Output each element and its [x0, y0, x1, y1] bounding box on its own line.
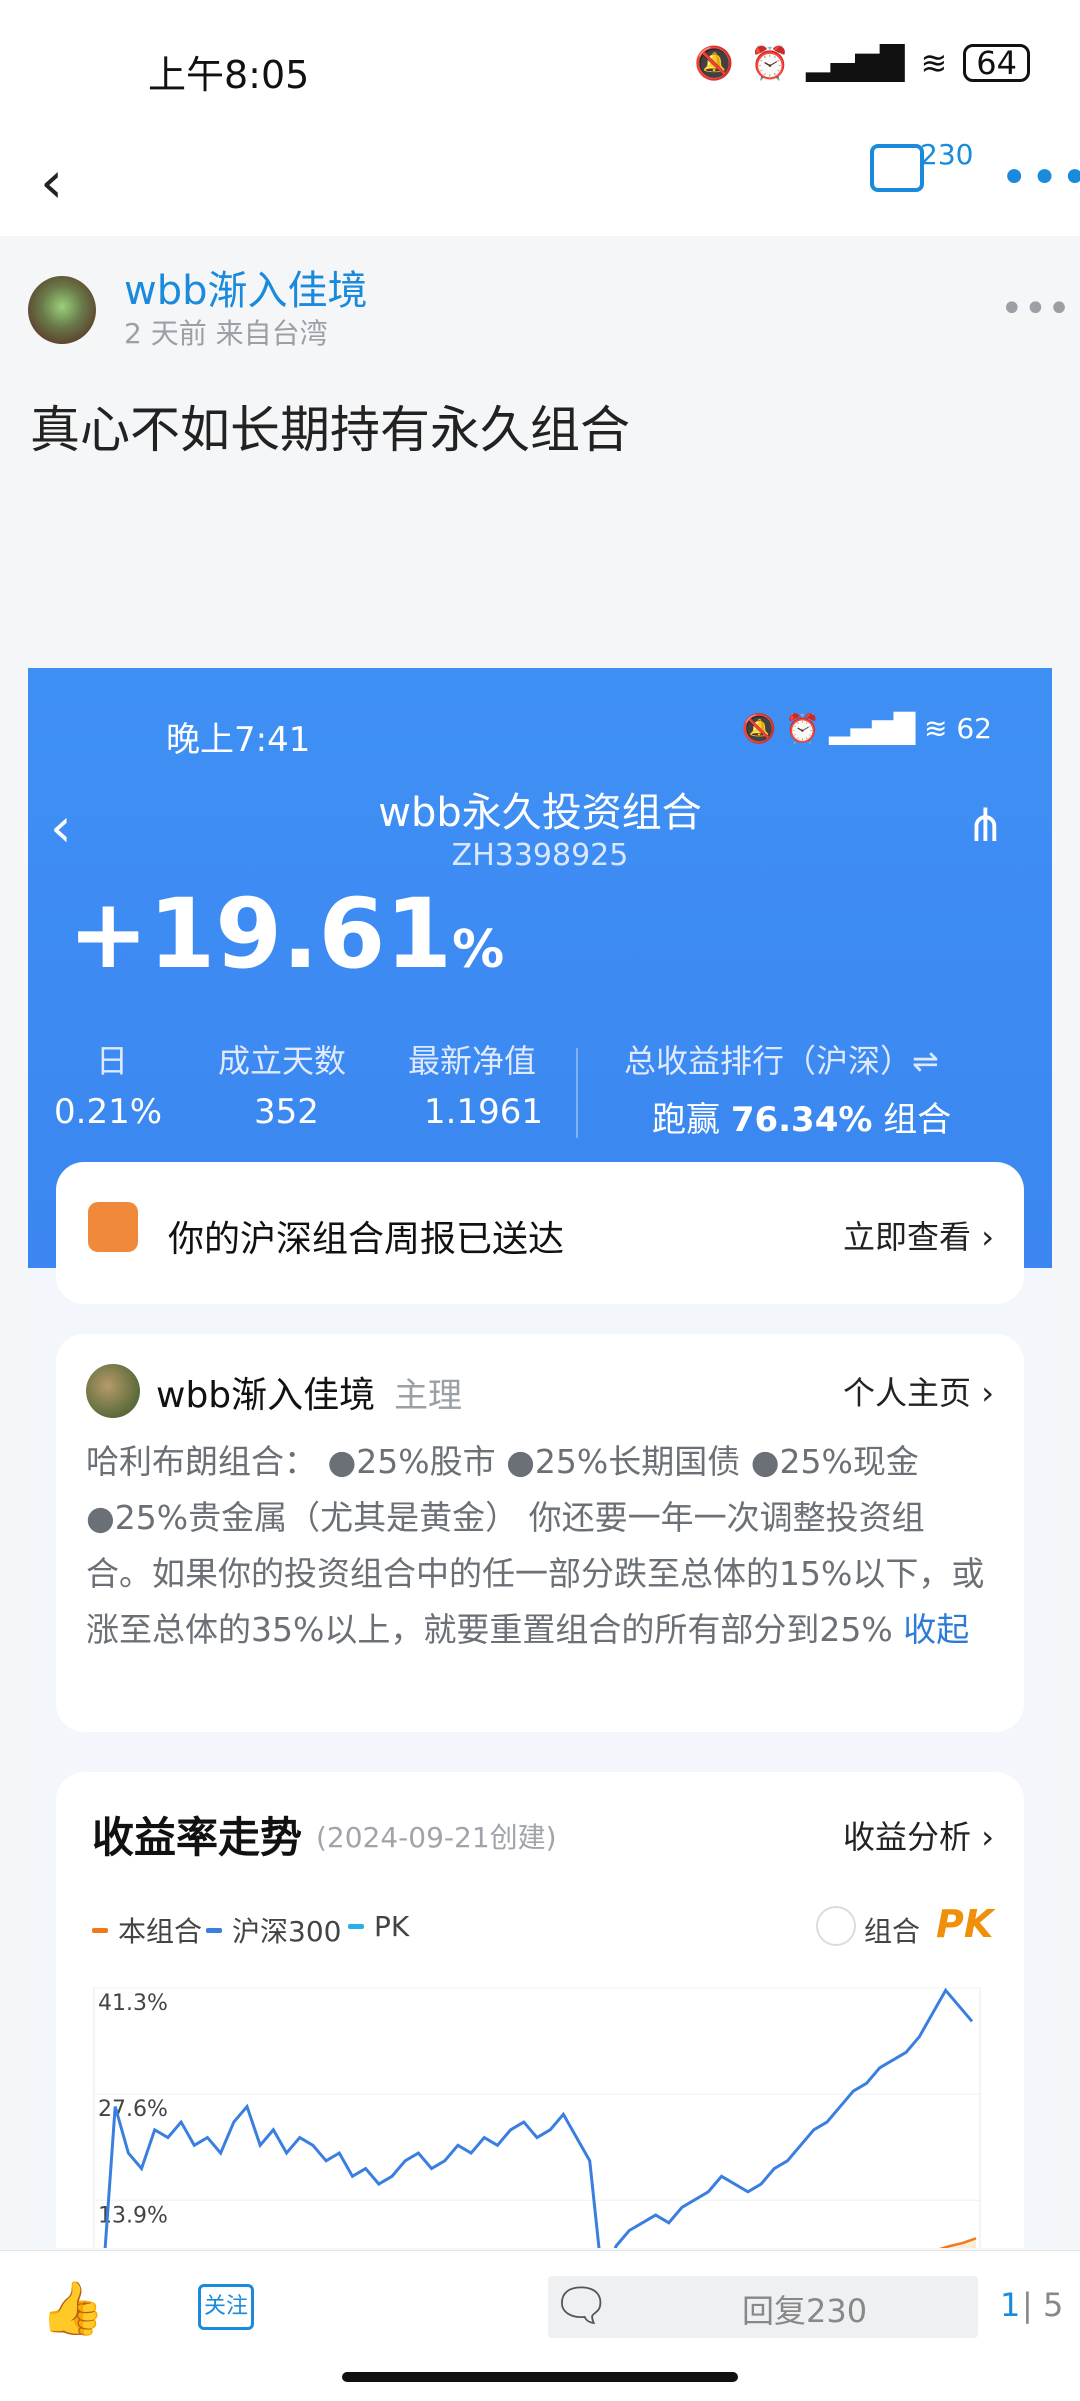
chart-frame — [93, 1987, 981, 2248]
legend-swatch-pk — [348, 1924, 364, 1929]
total-return: +19.61% — [68, 878, 504, 990]
mute-icon: 🔕 — [694, 44, 735, 82]
series-portfolio-area — [943, 2238, 976, 2248]
bio-name: wbb渐入佳境 — [156, 1375, 376, 1416]
bio-profile-link: 个人主页 › — [843, 1374, 994, 1412]
status-icons: 🔕 ⏰ ▂▄▆█ ≋ 64 — [694, 44, 1030, 82]
like-icon[interactable]: 👍 — [40, 2278, 105, 2339]
rank-line: 跑赢 76.34% 组合 — [652, 1092, 951, 1141]
legend-pk: PK — [348, 1910, 409, 1943]
wifi-icon: ≋ — [920, 44, 948, 82]
author-avatar[interactable] — [28, 276, 96, 344]
image-battery: 62 — [956, 712, 992, 745]
image-status-time: 晚上7:41 — [166, 720, 311, 760]
post-image[interactable]: 晚上7:41 🔕 ⏰ ▂▄▆█ ≋ 62 ‹ wbb永久投资组合 ZH33989… — [28, 668, 1052, 2248]
legend-swatch-hs300 — [206, 1927, 222, 1933]
report-link: 立即查看 › — [843, 1218, 994, 1256]
bio-body: 哈利布朗组合： ●25%股市 ●25%长期国债 ●25%现金 ●25%贵金属（尤… — [86, 1442, 985, 1649]
stat-label-day: 日 — [96, 1042, 129, 1080]
comment-count[interactable]: 230 — [920, 138, 973, 171]
legend-label-hs300: 沪深300 — [232, 1915, 342, 1948]
stat-divider — [576, 1048, 578, 1138]
rank-value: 76.34% — [730, 1100, 873, 1140]
bio-role: 主理 — [394, 1376, 462, 1416]
signal-icon: ▂▄▆█ — [806, 44, 905, 82]
y-tick-label: 27.6% — [98, 2097, 168, 2122]
chart-title: 收益率走势 — [92, 1813, 303, 1862]
home-indicator — [342, 2372, 738, 2382]
post-title: 真心不如长期持有永久组合 — [30, 401, 630, 459]
author-name[interactable]: wbb渐入佳境 — [124, 258, 368, 316]
alarm-icon: ⏰ — [750, 44, 791, 82]
post-meta: 2 天前 来自台湾 — [124, 317, 328, 350]
chart-card: 收益率走势 (2024-09-21创建) 收益分析 › 本组合 沪深300 PK… — [56, 1772, 1024, 2248]
pk-badge: PK — [936, 1902, 994, 1946]
reply-text[interactable]: 回复230 — [742, 2286, 867, 2332]
legend-portfolio: 本组合 — [92, 1910, 202, 1950]
stat-value-days: 352 — [254, 1092, 319, 1132]
series-hs300-line — [103, 1987, 974, 2248]
image-title: wbb永久投资组合 — [378, 790, 702, 836]
legend-label-pk: PK — [374, 1910, 410, 1943]
bio-text: 哈利布朗组合： ●25%股市 ●25%长期国债 ●25%现金 ●25%贵金属（尤… — [86, 1434, 986, 1658]
image-status-icons: 🔕 ⏰ ▂▄▆█ ≋ 62 — [741, 712, 992, 745]
stat-value-nav: 1.1961 — [424, 1092, 543, 1132]
reply-icon[interactable]: 🗨 — [552, 2278, 610, 2333]
legend-label-portfolio: 本组合 — [118, 1915, 203, 1948]
pk-radio — [816, 1906, 856, 1946]
rank-suffix: 组合 — [883, 1100, 952, 1140]
page-total[interactable]: | 5 — [1022, 2286, 1063, 2324]
share-icon: ⋔ — [966, 798, 1005, 852]
back-icon[interactable]: ‹ — [40, 148, 63, 216]
post-more-icon[interactable]: ••• — [1000, 286, 1071, 332]
report-text: 你的沪深组合周报已送达 — [168, 1219, 565, 1260]
battery-icon: 64 — [963, 44, 1030, 82]
series-portfolio-line — [938, 2237, 977, 2248]
total-return-unit: % — [452, 920, 505, 980]
bio-avatar — [86, 1364, 140, 1418]
rank-prefix: 跑赢 — [652, 1100, 720, 1140]
chart-created: (2024-09-21创建) — [316, 1821, 557, 1854]
comment-icon[interactable] — [870, 144, 924, 192]
chart-analysis-link: 收益分析 › — [843, 1818, 994, 1856]
legend-swatch-portfolio — [92, 1927, 108, 1933]
total-return-value: +19.61 — [68, 878, 453, 990]
bio-card: wbb渐入佳境 主理 个人主页 › 哈利布朗组合： ●25%股市 ●25%长期国… — [56, 1334, 1024, 1732]
pk-label: 组合 — [864, 1915, 921, 1948]
calendar-icon — [88, 1202, 138, 1252]
image-code: ZH3398925 — [451, 838, 629, 873]
more-options-icon[interactable]: ••• — [1000, 150, 1080, 206]
status-time: 上午8:05 — [148, 53, 310, 97]
rank-label: 总收益排行（沪深）⇌ — [624, 1042, 939, 1080]
page-current[interactable]: 1 — [1000, 2286, 1020, 2324]
report-card: 你的沪深组合周报已送达 立即查看 › — [56, 1162, 1024, 1304]
stat-label-days: 成立天数 — [218, 1042, 347, 1080]
legend-hs300: 沪深300 — [206, 1910, 341, 1950]
y-tick-label: 41.3% — [98, 1991, 168, 2016]
stat-value-day: 0.21% — [54, 1092, 163, 1132]
stat-label-nav: 最新净值 — [408, 1042, 537, 1080]
bio-collapse: 收起 — [903, 1610, 970, 1649]
return-chart: 41.3%27.6%13.9% — [93, 1987, 981, 2248]
follow-button[interactable]: 关注 — [198, 2284, 254, 2330]
